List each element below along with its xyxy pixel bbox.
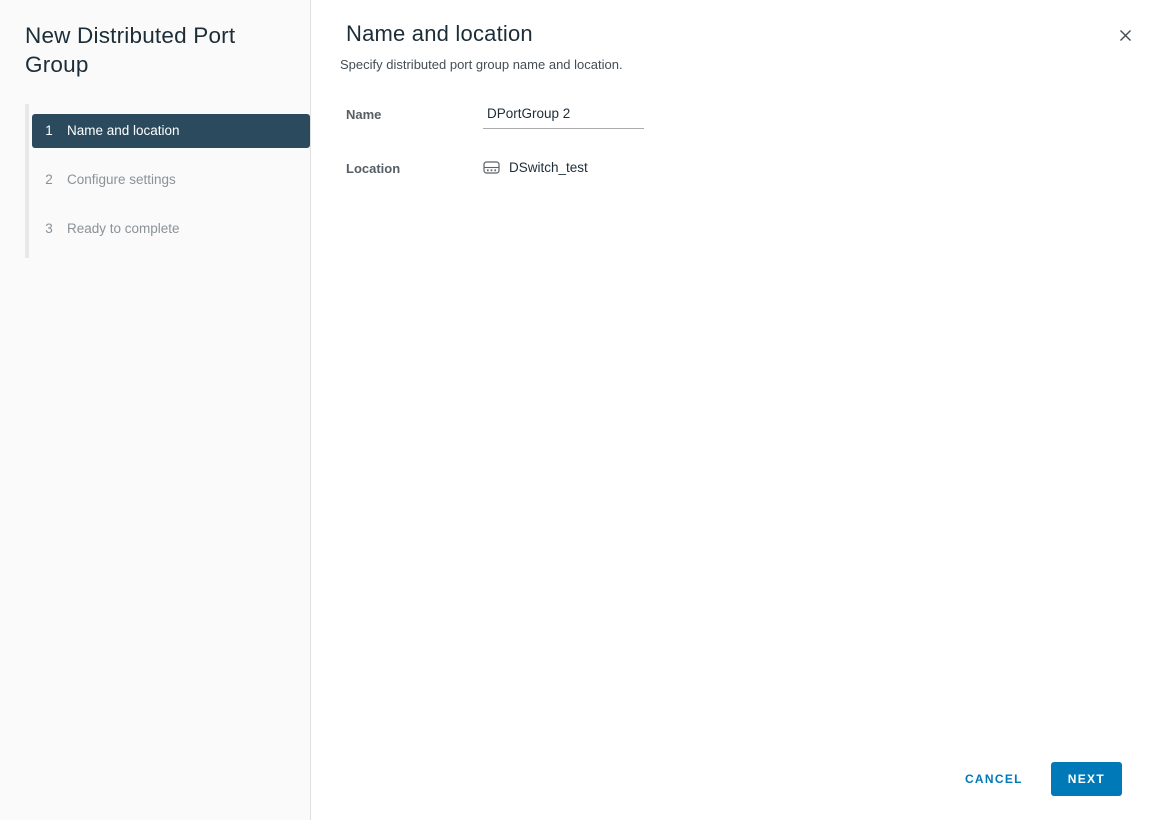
- page-title: Name and location: [346, 21, 533, 46]
- close-icon: [1118, 28, 1133, 43]
- dialog-footer: CANCEL NEXT: [963, 762, 1122, 796]
- name-input[interactable]: [483, 104, 644, 129]
- page-header: Name and location Specify distributed po…: [312, 0, 1151, 72]
- step-ready-to-complete[interactable]: 3 Ready to complete: [32, 212, 310, 246]
- step-number: 1: [45, 123, 53, 139]
- cancel-button[interactable]: CANCEL: [963, 764, 1025, 794]
- step-configure-settings[interactable]: 2 Configure settings: [32, 163, 310, 197]
- distributed-switch-icon: [483, 160, 500, 175]
- step-label: Configure settings: [67, 172, 176, 188]
- step-name-and-location[interactable]: 1 Name and location: [32, 113, 310, 148]
- page-subtitle: Specify distributed port group name and …: [340, 57, 623, 72]
- wizard-title: New Distributed Port Group: [25, 23, 236, 77]
- step-label: Name and location: [67, 123, 180, 139]
- name-label: Name: [346, 107, 382, 122]
- next-button[interactable]: NEXT: [1050, 762, 1122, 796]
- wizard-steps: 1 Name and location 2 Configure settings…: [25, 103, 310, 258]
- step-number: 2: [45, 172, 53, 188]
- location-name: DSwitch_test: [509, 160, 588, 175]
- wizard-content: Name and location Specify distributed po…: [312, 0, 1151, 820]
- name-row: Name: [346, 104, 1151, 129]
- location-value: DSwitch_test: [483, 158, 588, 175]
- location-label: Location: [346, 161, 401, 176]
- steps-track: [25, 103, 29, 258]
- new-distributed-port-group-dialog: New Distributed Port Group 1 Name and lo…: [0, 0, 1151, 820]
- wizard-sidebar: New Distributed Port Group 1 Name and lo…: [0, 0, 311, 820]
- step-label: Ready to complete: [67, 221, 180, 237]
- name-location-form: Name Location DSwitch_test: [346, 104, 1151, 176]
- location-row: Location DSwitch_test: [346, 158, 1151, 176]
- step-number: 3: [45, 221, 53, 237]
- close-button[interactable]: [1116, 26, 1134, 44]
